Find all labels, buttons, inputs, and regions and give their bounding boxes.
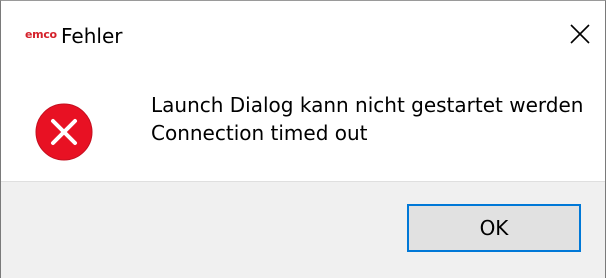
close-button[interactable] (558, 11, 604, 57)
error-message: Launch Dialog kann nicht gestartet werde… (151, 91, 601, 147)
close-icon (570, 24, 590, 44)
emco-logo: emco (25, 28, 57, 41)
message-line-1: Launch Dialog kann nicht gestartet werde… (151, 93, 584, 117)
error-dialog: emco Fehler Launch Dialog kann nicht ges… (0, 0, 606, 278)
error-icon (35, 103, 93, 161)
button-bar: OK (1, 181, 605, 278)
dialog-content: Launch Dialog kann nicht gestartet werde… (1, 73, 605, 181)
message-line-2: Connection timed out (151, 121, 368, 145)
window-title: Fehler (61, 24, 123, 48)
ok-button[interactable]: OK (407, 204, 581, 252)
title-bar: emco Fehler (1, 1, 605, 73)
